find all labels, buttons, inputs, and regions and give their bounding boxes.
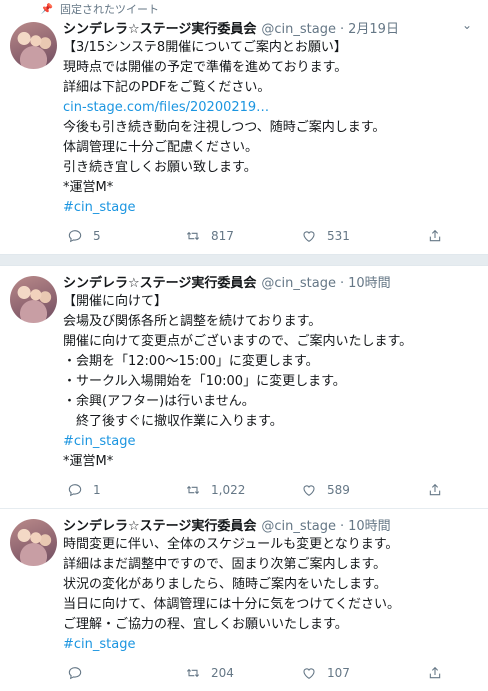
tweet[interactable]: シンデレラ☆ステージ実行委員会 @cin_stage · 10時間 時間変更に伴…	[0, 509, 488, 691]
hashtag-link[interactable]: #cin_stage	[63, 432, 478, 452]
tweet-line: 【3/15シンステ8開催についてご案内とお願い】	[63, 40, 347, 55]
like-count: 107	[327, 666, 350, 680]
tweet-line: ・サークル入場開始を「10:00」に変更します。	[63, 374, 346, 389]
reply-icon	[68, 230, 82, 243]
tweet-line: 当日に向けて、体調管理には十分に気をつけてください。	[63, 597, 400, 612]
avatar[interactable]	[10, 22, 57, 69]
chevron-down-icon[interactable]: ⌄	[462, 18, 472, 32]
retweet-icon	[186, 668, 200, 678]
hashtag-link[interactable]: #cin_stage	[63, 635, 478, 655]
like-button[interactable]: 589	[301, 482, 427, 498]
tweet-header: シンデレラ☆ステージ実行委員会 @cin_stage · 2月19日 ⌄	[63, 18, 478, 38]
tweet-line: ・余興(アフター)は行いません。	[63, 394, 255, 409]
pdf-link[interactable]: cin-stage.com/files/20200219…	[63, 98, 478, 118]
tweet-header: シンデレラ☆ステージ実行委員会 @cin_stage · 10時間	[63, 515, 478, 535]
tweet-timestamp[interactable]: 10時間	[348, 272, 391, 291]
hashtag-link[interactable]: #cin_stage	[63, 198, 478, 218]
pinned-label: 固定されたツイート	[60, 3, 159, 16]
like-count: 531	[327, 229, 350, 243]
share-icon	[429, 666, 441, 679]
reply-count: 1	[93, 483, 101, 497]
pin-icon: 📌	[40, 3, 54, 15]
heart-icon	[303, 231, 315, 242]
retweet-button[interactable]: 204	[185, 665, 301, 681]
tweet-line: *運営M*	[63, 180, 114, 195]
tweet-text: 【3/15シンステ8開催についてご案内とお願い】 現時点では開催の予定で準備を進…	[63, 38, 478, 218]
avatar[interactable]	[10, 276, 57, 323]
tweet-line: 引き続き宜しくお願い致します。	[63, 160, 257, 175]
retweet-icon	[186, 231, 200, 241]
share-icon	[429, 483, 441, 496]
share-button[interactable]	[427, 665, 443, 681]
user-handle[interactable]: @cin_stage	[261, 22, 336, 37]
meta-dot: ·	[340, 22, 345, 37]
tweet-line: 今後も引き続き動向を注視しつつ、随時ご案内します。	[63, 120, 386, 135]
tweet[interactable]: 📌 固定されたツイート シンデレラ☆ステージ実行委員会 @cin_stage ·…	[0, 0, 488, 254]
like-count: 589	[327, 483, 350, 497]
tweet-line: 詳細はまだ調整中ですので、固まり次第ご案内します。	[63, 557, 387, 572]
tweet-line: ご理解・ご協力の程、宜しくお願いいたします。	[63, 617, 348, 632]
meta-dot: ·	[340, 519, 345, 534]
reply-count: 5	[93, 229, 101, 243]
tweet-line: 【開催に向けて】	[63, 294, 168, 309]
retweet-count: 1,022	[211, 483, 246, 497]
reply-button[interactable]: 1	[67, 482, 185, 498]
reply-icon	[68, 667, 82, 680]
tweet-line: 現時点では開催の予定で準備を進めております。	[63, 60, 348, 75]
display-name[interactable]: シンデレラ☆ステージ実行委員会	[63, 515, 256, 534]
tweet-line: 時間変更に伴い、全体のスケジュールも変更となります。	[63, 537, 399, 552]
reply-button[interactable]: 5	[67, 228, 185, 244]
share-button[interactable]	[427, 228, 443, 244]
like-button[interactable]: 107	[301, 665, 427, 681]
tweet-actions: 204 107	[63, 655, 478, 691]
tweet-line: 状況の変化がありましたら、随時ご案内をいたします。	[63, 577, 387, 592]
retweet-icon	[186, 485, 200, 495]
share-icon	[429, 229, 441, 242]
tweet-line: 開催に向けて変更点がございますので、ご案内いたします。	[63, 334, 413, 349]
pinned-indicator: 📌 固定されたツイート	[0, 0, 488, 18]
display-name[interactable]: シンデレラ☆ステージ実行委員会	[63, 272, 256, 291]
reply-button[interactable]	[67, 665, 185, 681]
tweet-actions: 1 1,022 589	[63, 472, 478, 508]
tweet-line: 体調管理に十分ご配慮ください。	[63, 140, 259, 155]
tweet[interactable]: シンデレラ☆ステージ実行委員会 @cin_stage · 10時間 【開催に向け…	[0, 266, 488, 508]
tweet-header: シンデレラ☆ステージ実行委員会 @cin_stage · 10時間	[63, 272, 478, 292]
tweet-actions: 5 817 531	[63, 218, 478, 254]
user-handle[interactable]: @cin_stage	[261, 519, 336, 534]
meta-dot: ·	[340, 276, 345, 291]
timeline: 📌 固定されたツイート シンデレラ☆ステージ実行委員会 @cin_stage ·…	[0, 0, 488, 691]
tweet-text: 時間変更に伴い、全体のスケジュールも変更となります。 詳細はまだ調整中ですので、…	[63, 535, 478, 655]
tweet-timestamp[interactable]: 10時間	[348, 515, 391, 534]
like-button[interactable]: 531	[301, 228, 427, 244]
tweet-line: 詳細は下記のPDFをご覧ください。	[63, 80, 271, 95]
retweet-count: 817	[211, 229, 234, 243]
retweet-button[interactable]: 1,022	[185, 482, 301, 498]
user-handle[interactable]: @cin_stage	[261, 276, 336, 291]
tweet-timestamp[interactable]: 2月19日	[348, 18, 399, 37]
tweet-line: *運営M*	[63, 454, 114, 469]
heart-icon	[303, 668, 315, 679]
tweet-line: 終了後すぐに撤収作業に入ります。	[63, 414, 283, 429]
section-separator	[0, 254, 488, 266]
tweet-line: 会場及び関係各所と調整を続けております。	[63, 314, 322, 329]
reply-icon	[68, 484, 82, 497]
tweet-text: 【開催に向けて】 会場及び関係各所と調整を続けております。 開催に向けて変更点が…	[63, 292, 478, 472]
retweet-button[interactable]: 817	[185, 228, 301, 244]
display-name[interactable]: シンデレラ☆ステージ実行委員会	[63, 18, 256, 37]
heart-icon	[303, 485, 315, 496]
tweet-line: ・会期を「12:00～15:00」に変更します。	[63, 354, 319, 369]
share-button[interactable]	[427, 482, 443, 498]
avatar[interactable]	[10, 519, 57, 566]
retweet-count: 204	[211, 666, 234, 680]
